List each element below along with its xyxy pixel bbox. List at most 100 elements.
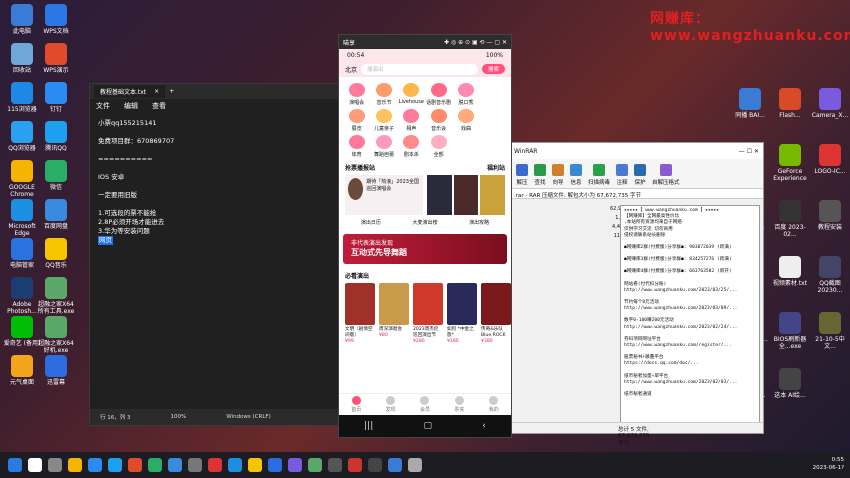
desktop-icon[interactable]: 百度网盘	[36, 199, 76, 230]
taskbar-app-icon[interactable]	[128, 458, 142, 472]
taskbar-app-icon[interactable]	[208, 458, 222, 472]
menu-view[interactable]: 查看	[152, 101, 166, 111]
desktop-icon[interactable]: 超融之家X64 好机.exe	[36, 316, 76, 354]
toolbar-button[interactable]: 保护	[634, 164, 647, 186]
mini-link[interactable]: 演出攻略	[469, 219, 489, 226]
desktop-icon[interactable]: LOGO-IC...	[810, 144, 850, 175]
mini-link[interactable]: 大麦演出榜	[412, 219, 437, 226]
category-item[interactable]: 戏曲	[452, 109, 479, 132]
taskbar-app-icon[interactable]	[108, 458, 122, 472]
poster-card[interactable]: 传奇&乐队 Blue ROCK ¥380	[481, 283, 511, 345]
taskbar-app-icon[interactable]	[268, 458, 282, 472]
poster-card[interactable]: 2023周杰伦巡回演出节 ¥280	[413, 283, 443, 345]
new-tab-icon[interactable]: +	[169, 88, 174, 95]
desktop-icon[interactable]: 迅雷幕	[36, 355, 76, 386]
category-item[interactable]: 舞蹈芭蕾	[370, 135, 397, 158]
promo-banner[interactable]: 非代表演出发现 互动式先导舞蹈	[343, 234, 507, 264]
bottom-nav-item[interactable]: 票夹	[454, 396, 464, 413]
toolbar-button[interactable]: 自解压格式	[652, 164, 680, 186]
search-input[interactable]: 搜演出	[361, 63, 478, 75]
taskbar-app-icon[interactable]	[68, 458, 82, 472]
taskbar-app-icon[interactable]	[168, 458, 182, 472]
back-icon[interactable]: ‹	[482, 421, 486, 431]
search-button[interactable]: 搜索	[481, 64, 505, 74]
window-controls[interactable]: — ☐ ✕	[739, 148, 759, 155]
section-right[interactable]: 福利站	[487, 163, 505, 172]
taskbar-app-icon[interactable]	[228, 458, 242, 472]
taskbar-app-icon[interactable]	[28, 458, 42, 472]
poster-card[interactable]: 如何 *中金之旅* ¥180	[447, 283, 477, 345]
taskbar-app-icon[interactable]	[48, 458, 62, 472]
bottom-nav-item[interactable]: 我的	[489, 396, 499, 413]
poster-card[interactable]: 文明（剧情空间版） ¥99	[345, 283, 375, 345]
toolbar-button[interactable]: 解压	[516, 164, 528, 186]
desktop-icon[interactable]: 腾讯QQ	[36, 121, 76, 152]
desktop-icon[interactable]: QQ音乐	[36, 238, 76, 269]
category-item[interactable]: 体育	[343, 135, 370, 158]
desktop-icon[interactable]: WPS文档	[36, 4, 76, 35]
desktop-icon[interactable]: 同播 BAI...	[730, 88, 770, 119]
poster-card[interactable]: 周深演唱会 ¥80	[379, 283, 409, 345]
toolbar-button[interactable]: 信息	[570, 164, 582, 186]
taskbar-app-icon[interactable]	[348, 458, 362, 472]
category-item[interactable]	[480, 83, 507, 106]
category-item[interactable]: 音乐会	[425, 109, 452, 132]
category-item[interactable]: 剧本杀	[398, 135, 425, 158]
taskbar-app-icon[interactable]	[368, 458, 382, 472]
taskbar-app-icon[interactable]	[308, 458, 322, 472]
desktop-icon[interactable]: 视频素材.txt	[770, 256, 810, 287]
taskbar-app-icon[interactable]	[408, 458, 422, 472]
desktop-icon[interactable]: Camera_X...	[810, 88, 850, 119]
desktop-icon[interactable]: GeForce Experience	[770, 144, 810, 182]
system-tray-clock[interactable]: 0:55 2023-06-1?	[813, 456, 844, 472]
winrar-window[interactable]: WinRAR — ☐ ✕ 解压 查找 向导 信息 扫描病毒 注释 保护 自解压格式 .rar -…	[509, 142, 764, 447]
taskbar-app-icon[interactable]	[388, 458, 402, 472]
city-selector[interactable]: 北京	[345, 65, 357, 74]
desktop-icon[interactable]: 钉钉	[36, 82, 76, 113]
taskbar-app-icon[interactable]	[188, 458, 202, 472]
ticket-card[interactable]: 期待「热浪」2023全国巡回演唱会	[345, 175, 423, 215]
section-left[interactable]: 抢票播报站	[345, 163, 375, 172]
menu-file[interactable]: 文件	[96, 101, 110, 111]
category-item[interactable]	[480, 109, 507, 132]
desktop-icon[interactable]: 微信	[36, 160, 76, 191]
category-item[interactable]: Livehouse	[398, 83, 425, 106]
phone-mirror-window[interactable]: 喵享 ✚ ◎ ⊕ ⊙ ▣ ⟲ — ▢ ✕ 00:54 100% 北京 搜演出 搜…	[338, 34, 512, 438]
phone-controls[interactable]: ✚ ◎ ⊕ ⊙ ▣ ⟲ — ▢ ✕	[444, 39, 507, 46]
desktop-icon[interactable]: WPS演示	[36, 43, 76, 74]
notepad-window[interactable]: 教程基础文本.txt × + 文件 编辑 查看 小票qq155215141 免费项目…	[89, 83, 341, 426]
desktop-icon[interactable]: 百度 2023-02...	[770, 200, 810, 238]
mini-link[interactable]: 演出日历	[361, 219, 381, 226]
category-item[interactable]	[452, 135, 479, 158]
desktop-icon[interactable]: QQ截图 20230...	[810, 256, 850, 294]
category-item[interactable]: 展览	[343, 109, 370, 132]
home-icon[interactable]: ▢	[423, 421, 432, 431]
taskbar-app-icon[interactable]	[288, 458, 302, 472]
desktop-icon[interactable]: Flash...	[770, 88, 810, 119]
toolbar-button[interactable]: 扫描病毒	[588, 164, 610, 186]
category-item[interactable]: 话剧音乐剧	[425, 83, 452, 106]
notepad-text-area[interactable]: 小票qq155215141 免费项目群：670869707 ========== IO…	[90, 113, 340, 251]
taskbar-app-icon[interactable]	[8, 458, 22, 472]
menu-edit[interactable]: 编辑	[124, 101, 138, 111]
welfare-images[interactable]	[427, 175, 506, 215]
desktop-icon[interactable]: 超融之家X64 所有工具.exe	[36, 277, 76, 315]
category-item[interactable]: 演唱会	[343, 83, 370, 106]
notepad-tab[interactable]: 教程基础文本.txt ×	[94, 85, 166, 98]
desktop-icon[interactable]: 教程安装	[810, 200, 850, 231]
toolbar-button[interactable]: 查找	[534, 164, 546, 186]
toolbar-button[interactable]: 向导	[552, 164, 564, 186]
bottom-nav-item[interactable]: 发现	[386, 396, 396, 413]
category-item[interactable]: 相声	[398, 109, 425, 132]
desktop-icon[interactable]: BIOS刷新器全...exe	[770, 312, 810, 350]
close-icon[interactable]: ×	[154, 88, 159, 95]
recent-apps-icon[interactable]: |||	[364, 421, 373, 431]
category-item[interactable]	[480, 135, 507, 158]
desktop-icon[interactable]: 这本 AI绘...	[770, 368, 810, 399]
category-item[interactable]: 脱口秀	[452, 83, 479, 106]
category-item[interactable]: 音乐节	[370, 83, 397, 106]
bottom-nav-item[interactable]: 会员	[420, 396, 430, 413]
taskbar-app-icon[interactable]	[248, 458, 262, 472]
category-item[interactable]: 全部	[425, 135, 452, 158]
desktop-icon[interactable]: 21-10-5中文...	[810, 312, 850, 350]
